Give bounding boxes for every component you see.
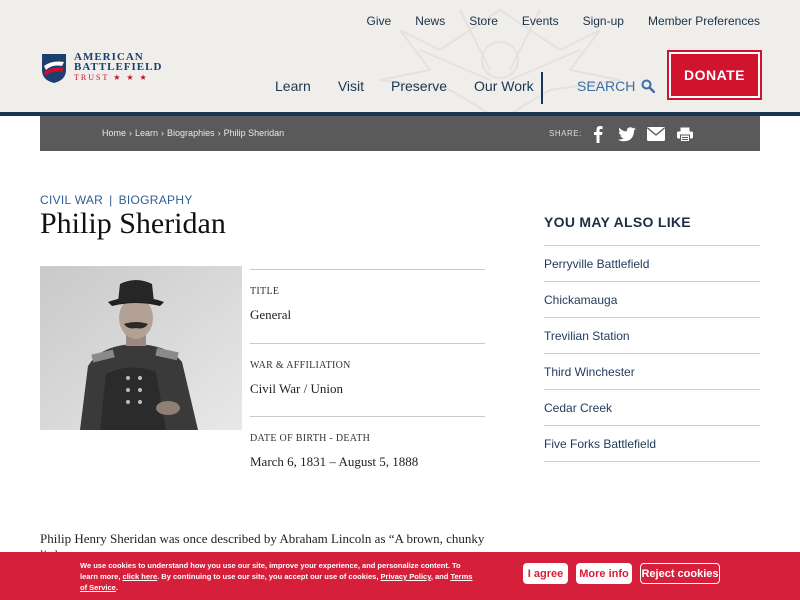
- fact-title: Title General: [250, 269, 485, 343]
- more-info-button[interactable]: More info: [576, 563, 632, 584]
- fact-label: Date of Birth - Death: [250, 433, 371, 444]
- cookie-text-4: .: [115, 583, 118, 592]
- agree-button[interactable]: I agree: [523, 563, 568, 584]
- related-item[interactable]: Five Forks Battlefield: [544, 426, 760, 462]
- logo-line-2: BATTLEFIELD: [74, 61, 163, 73]
- share-label: SHARE:: [549, 129, 582, 138]
- main-nav: Learn Visit Preserve Our Work: [275, 78, 561, 94]
- fact-birth-death: Date of Birth - Death March 6, 1831 – Au…: [250, 416, 485, 490]
- breadcrumb-learn[interactable]: Learn: [135, 128, 158, 138]
- fact-label: War & Affiliation: [250, 359, 351, 371]
- nav-divider: [541, 72, 543, 104]
- logo-line-3: TRUST ★ ★ ★: [74, 73, 149, 82]
- nav-learn[interactable]: Learn: [275, 78, 311, 94]
- search-button[interactable]: SEARCH: [577, 78, 656, 94]
- fact-label: Title: [250, 286, 280, 297]
- facebook-icon[interactable]: [589, 125, 607, 143]
- breadcrumb-separator: ›: [217, 128, 221, 138]
- utility-link-events[interactable]: Events: [522, 14, 559, 28]
- donate-button[interactable]: DONATE: [667, 50, 762, 100]
- utility-link-give[interactable]: Give: [367, 14, 392, 28]
- twitter-icon[interactable]: [618, 125, 636, 143]
- breadcrumb-current: Philip Sheridan: [223, 128, 285, 138]
- search-icon: [641, 79, 656, 93]
- cookie-text-3: , and: [430, 572, 449, 581]
- related-item[interactable]: Perryville Battlefield: [544, 246, 760, 282]
- logo-wordmark: AMERICAN BATTLEFIELD TRUST ★ ★ ★: [74, 52, 162, 83]
- cookie-banner: We use cookies to understand how you use…: [0, 552, 800, 600]
- email-icon[interactable]: [647, 125, 665, 143]
- sidebar-title: YOU MAY ALSO LIKE: [544, 214, 691, 230]
- related-list: Perryville Battlefield Chickamauga Trevi…: [544, 245, 760, 462]
- breadcrumb-bar: Home › Learn › Biographies › Philip Sher…: [40, 116, 760, 151]
- category-separator: |: [109, 193, 113, 207]
- portrait-photo: [40, 266, 242, 430]
- site-header: Give News Store Events Sign-up Member Pr…: [0, 0, 800, 112]
- utility-link-store[interactable]: Store: [469, 14, 498, 28]
- utility-nav: Give News Store Events Sign-up Member Pr…: [343, 14, 761, 28]
- category-biography[interactable]: BIOGRAPHY: [119, 193, 193, 207]
- fact-value: March 6, 1831 – August 5, 1888: [250, 454, 419, 469]
- utility-link-member-preferences[interactable]: Member Preferences: [648, 14, 760, 28]
- share-icons: [589, 125, 705, 143]
- portrait-image: [40, 266, 242, 430]
- category-tags: CIVIL WAR | BIOGRAPHY: [40, 193, 193, 207]
- utility-link-signup[interactable]: Sign-up: [583, 14, 624, 28]
- shield-logo-icon: [42, 54, 66, 83]
- page-title: Philip Sheridan: [40, 207, 226, 240]
- fact-value: Civil War / Union: [250, 380, 343, 396]
- cookie-message: We use cookies to understand how you use…: [80, 560, 480, 593]
- bio-facts: Title General War & Affiliation Civil Wa…: [250, 269, 485, 490]
- reject-cookies-button[interactable]: Reject cookies: [640, 563, 720, 584]
- breadcrumb-biographies[interactable]: Biographies: [167, 128, 215, 138]
- related-item[interactable]: Cedar Creek: [544, 390, 760, 426]
- nav-preserve[interactable]: Preserve: [391, 78, 447, 94]
- breadcrumb-separator: ›: [161, 128, 165, 138]
- related-item[interactable]: Chickamauga: [544, 282, 760, 318]
- related-item[interactable]: Trevilian Station: [544, 318, 760, 354]
- breadcrumb: Home › Learn › Biographies › Philip Sher…: [102, 128, 284, 138]
- privacy-policy-link[interactable]: Privacy Policy: [381, 572, 431, 581]
- fact-value: General: [250, 307, 292, 322]
- site-logo[interactable]: AMERICAN BATTLEFIELD TRUST ★ ★ ★: [40, 52, 162, 84]
- fact-war-affiliation: War & Affiliation Civil War / Union: [250, 342, 485, 417]
- category-civil-war[interactable]: CIVIL WAR: [40, 193, 103, 207]
- cookie-text-2: . By continuing to use our site, you acc…: [157, 572, 379, 581]
- search-label: SEARCH: [577, 78, 636, 94]
- utility-link-news[interactable]: News: [415, 14, 445, 28]
- print-icon[interactable]: [676, 125, 694, 143]
- breadcrumb-home[interactable]: Home: [102, 128, 126, 138]
- nav-visit[interactable]: Visit: [338, 78, 364, 94]
- breadcrumb-separator: ›: [129, 128, 133, 138]
- cookie-click-here-link[interactable]: click here: [123, 572, 158, 581]
- related-item[interactable]: Third Winchester: [544, 354, 760, 390]
- nav-our-work[interactable]: Our Work: [474, 78, 534, 94]
